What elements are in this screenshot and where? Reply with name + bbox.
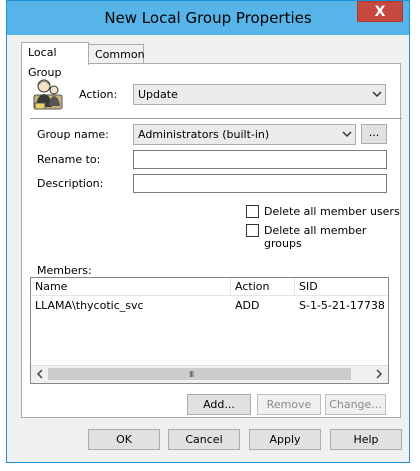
change-member-button[interactable]: Change... [325,394,386,415]
ok-button[interactable]: OK [88,429,160,450]
members-list-header: Name Action SID [31,278,388,296]
tab-local-group[interactable]: Local Group [21,42,89,79]
title-bar[interactable]: New Local Group Properties X [7,1,409,35]
add-member-button[interactable]: Add... [187,394,251,415]
scrollbar-thumb[interactable] [48,368,351,380]
tab-common[interactable]: Common [88,44,145,64]
chevron-down-icon [342,131,352,138]
column-header-sid[interactable]: SID [295,278,390,295]
scroll-left-icon[interactable] [35,369,45,379]
rename-label: Rename to: [37,153,101,166]
action-select-value: Update [138,88,178,101]
description-input[interactable] [133,174,387,193]
group-name-label: Group name: [37,128,109,141]
rename-input[interactable] [133,150,387,169]
close-button[interactable]: X [357,1,403,22]
delete-groups-checkbox[interactable] [246,224,259,237]
column-header-action[interactable]: Action [231,278,295,295]
group-name-select[interactable]: Administrators (built-in) [133,124,356,145]
member-name-cell: LLAMA\thycotic_svc [35,299,144,312]
scroll-right-icon[interactable] [374,369,384,379]
properties-dialog: New Local Group Properties X Local Group… [6,0,410,463]
remove-member-button[interactable]: Remove [257,394,321,415]
delete-users-label[interactable]: Delete all member users [264,205,400,218]
table-row[interactable]: LLAMA\thycotic_svc ADD S-1-5-21-17738 [31,297,388,314]
delete-groups-label[interactable]: Delete all member groups [264,224,400,250]
cancel-button[interactable]: Cancel [168,429,240,450]
members-label: Members: [37,264,92,277]
horizontal-scrollbar[interactable]: III [31,365,388,383]
group-name-value: Administrators (built-in) [138,128,270,141]
action-label: Action: [79,88,118,101]
member-sid-cell: S-1-5-21-17738 [299,299,385,312]
chevron-down-icon [372,91,382,98]
column-header-name[interactable]: Name [31,278,231,295]
apply-button[interactable]: Apply [249,429,321,450]
action-select[interactable]: Update [133,84,386,105]
scrollbar-grip: III [189,370,194,379]
browse-group-button[interactable]: ... [361,124,387,144]
delete-users-checkbox[interactable] [246,205,259,218]
description-label: Description: [37,177,104,190]
divider [30,118,402,119]
members-list[interactable]: Name Action SID LLAMA\thycotic_svc ADD S… [30,277,389,384]
help-button[interactable]: Help [330,429,402,450]
window-title: New Local Group Properties [104,9,312,27]
member-action-cell: ADD [235,299,260,312]
